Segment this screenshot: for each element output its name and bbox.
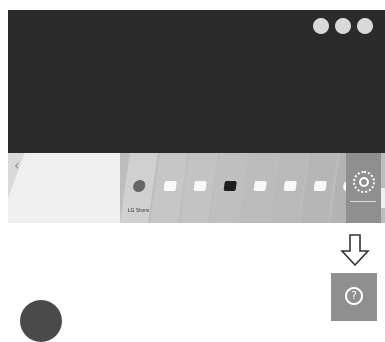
divider [350, 201, 376, 202]
settings-icon [359, 177, 369, 187]
launcher-bar: ‹ LG Store › [8, 153, 385, 223]
dot-icon [335, 18, 351, 34]
dot-icon [313, 18, 329, 34]
chevron-left-icon[interactable]: ‹ [14, 159, 28, 173]
top-indicator-dots [313, 18, 373, 34]
tv-screen [8, 10, 385, 153]
app-icon [193, 181, 207, 191]
app-label: LG Store [127, 208, 150, 214]
help-icon: ? [345, 287, 363, 305]
down-arrow-icon [340, 234, 370, 267]
launcher-recent-panel[interactable]: ‹ [8, 153, 120, 223]
chevron-right-icon[interactable]: › [381, 188, 385, 208]
selected-app-tile[interactable] [346, 153, 381, 223]
lg-store-icon [132, 180, 147, 192]
app-icon [223, 181, 237, 191]
app-icon [313, 181, 327, 191]
dot-icon [357, 18, 373, 34]
app-icon [253, 181, 267, 191]
app-icon [283, 181, 297, 191]
app-icon [163, 181, 177, 191]
corner-circle [20, 300, 62, 342]
help-tile[interactable]: ? [331, 273, 377, 321]
